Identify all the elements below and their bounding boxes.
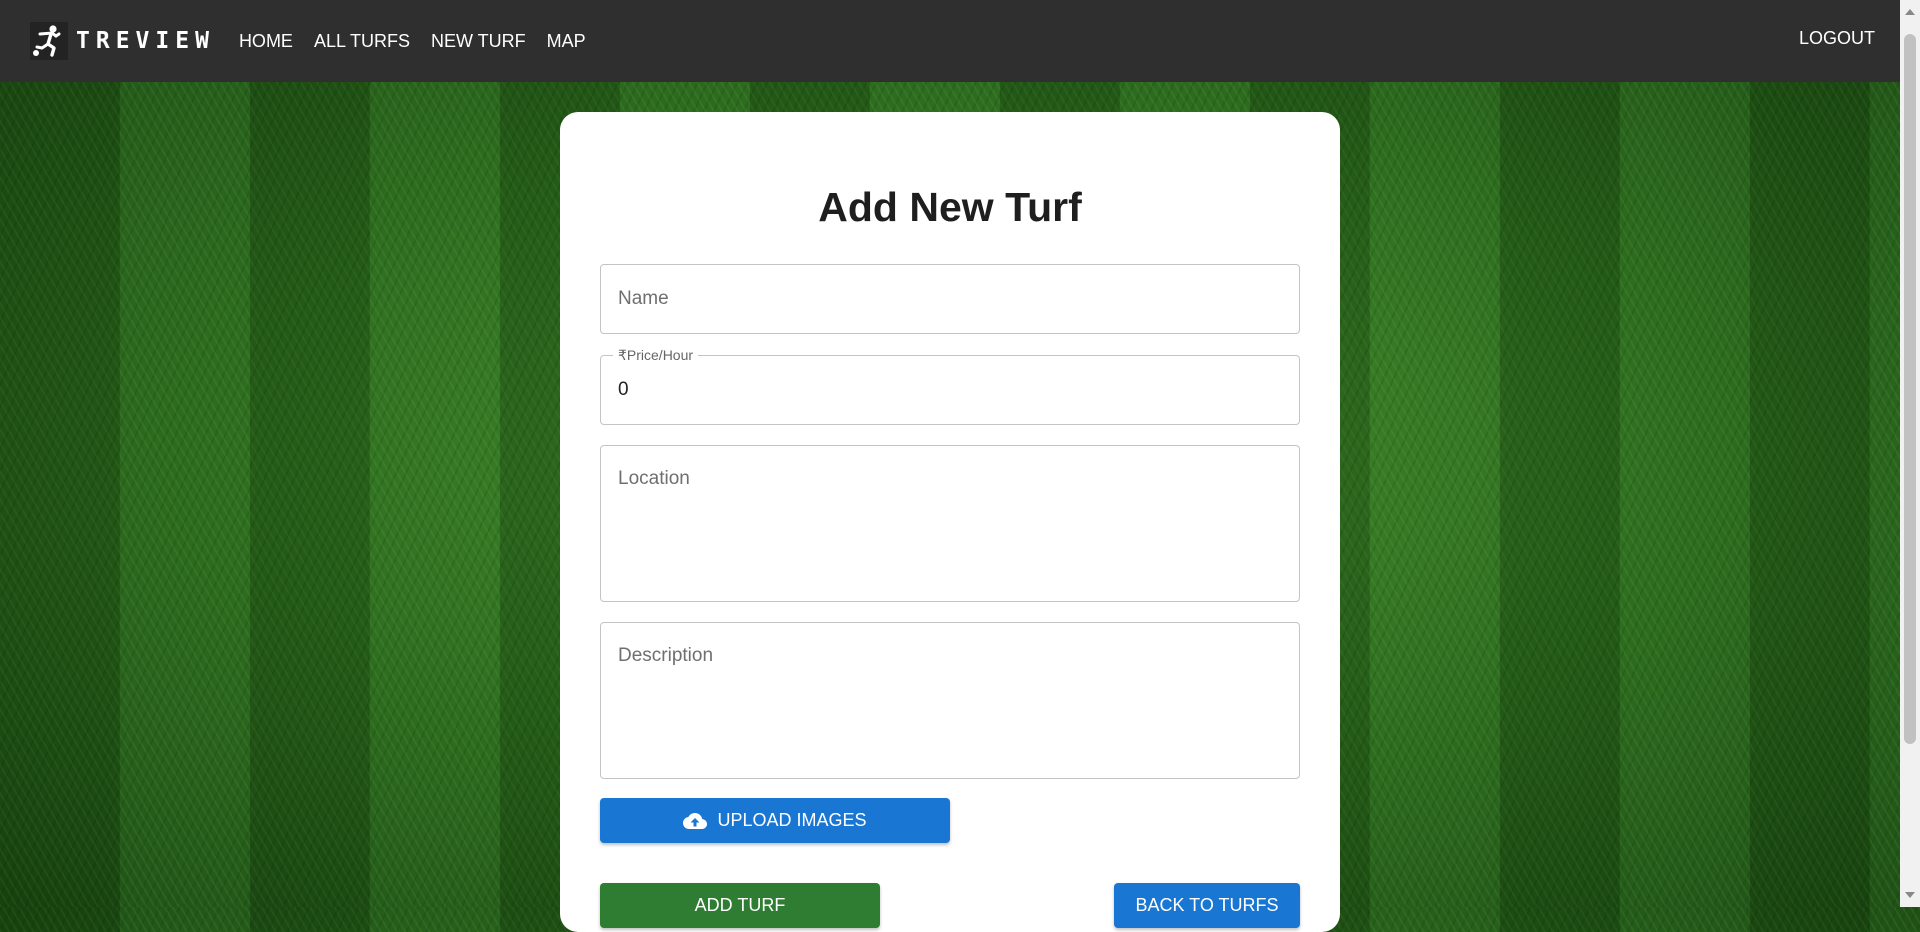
description-field[interactable]	[600, 622, 1300, 779]
scroll-up-icon[interactable]	[1905, 9, 1915, 15]
name-input[interactable]	[601, 265, 1299, 333]
upload-images-button[interactable]: UPLOAD IMAGES	[600, 798, 950, 843]
brand-name: TREVIEW	[76, 28, 215, 54]
price-label: ₹Price/Hour	[613, 347, 699, 364]
add-turf-button[interactable]: ADD TURF	[600, 883, 880, 928]
brand[interactable]: TREVIEW	[30, 22, 215, 60]
back-to-turfs-button[interactable]: BACK TO TURFS	[1114, 883, 1300, 928]
nav-new-turf[interactable]: NEW TURF	[431, 31, 526, 52]
add-turf-label: ADD TURF	[694, 895, 786, 915]
location-field[interactable]	[600, 445, 1300, 602]
nav-links: HOME ALL TURFS NEW TURF MAP	[239, 31, 586, 52]
scroll-down-icon[interactable]	[1905, 892, 1915, 898]
nav-map[interactable]: MAP	[547, 31, 586, 52]
price-field[interactable]: ₹Price/Hour	[600, 347, 1300, 425]
scroll-thumb[interactable]	[1904, 34, 1916, 744]
name-field[interactable]	[600, 264, 1300, 334]
price-input[interactable]	[601, 356, 1299, 424]
description-input[interactable]	[601, 623, 1299, 778]
nav-all-turfs[interactable]: ALL TURFS	[314, 31, 410, 52]
location-input[interactable]	[601, 446, 1299, 601]
soccer-player-icon	[30, 22, 68, 60]
logout-link[interactable]: LOGOUT	[1799, 28, 1875, 49]
new-turf-form-card: Add New Turf ₹Price/Hour UPLOAD IMAGES A…	[560, 112, 1340, 932]
top-navbar: TREVIEW HOME ALL TURFS NEW TURF MAP LOGO…	[0, 0, 1900, 82]
page-scrollbar[interactable]	[1900, 0, 1920, 907]
page-title: Add New Turf	[818, 184, 1082, 230]
cloud-upload-icon	[683, 811, 708, 831]
nav-home[interactable]: HOME	[239, 31, 293, 52]
upload-images-label: UPLOAD IMAGES	[717, 810, 867, 830]
back-to-turfs-label: BACK TO TURFS	[1135, 895, 1279, 915]
